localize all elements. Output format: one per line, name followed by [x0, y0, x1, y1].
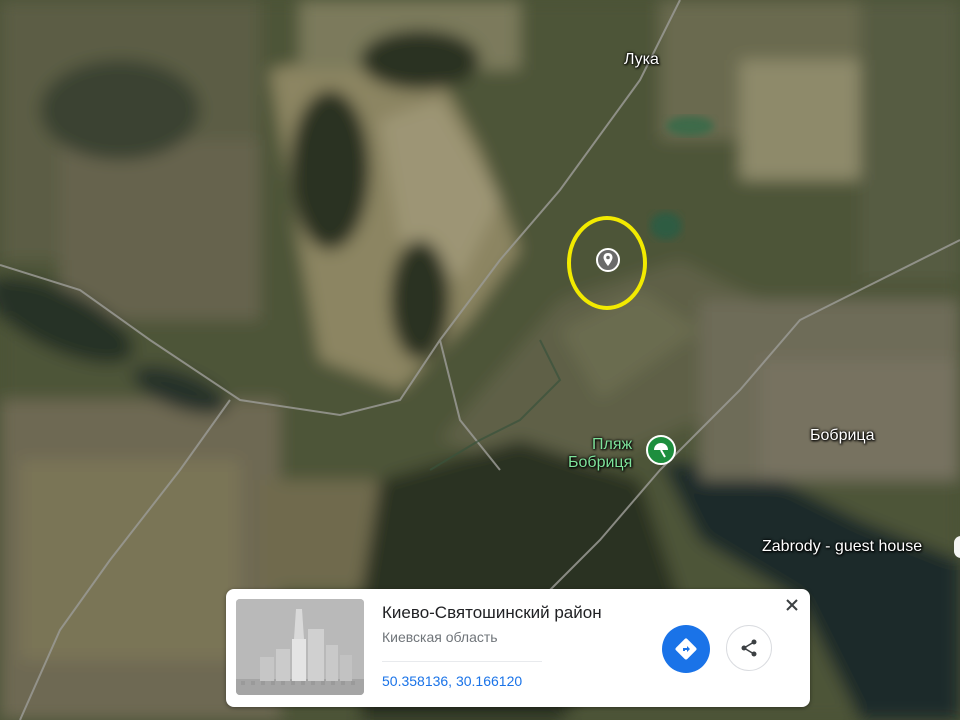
directions-icon [675, 638, 697, 660]
close-button[interactable] [780, 593, 804, 617]
share-icon [741, 639, 757, 657]
umbrella-icon [654, 443, 668, 458]
beach-poi-label-line2: Бобриця [568, 454, 633, 471]
selected-location-pin-icon[interactable] [595, 247, 621, 273]
place-coordinates[interactable]: 50.358136, 30.166120 [382, 673, 522, 689]
beach-poi-label[interactable]: Пляж Бобриця [568, 436, 632, 472]
place-name: Киево-Святошинский район [382, 603, 602, 622]
map-label-guest-house[interactable]: Zabrody - guest house [762, 538, 922, 556]
close-icon [786, 599, 798, 611]
share-button[interactable] [726, 625, 772, 671]
map-label-bobritsa[interactable]: Бобрица [810, 427, 874, 445]
directions-button[interactable] [662, 625, 710, 673]
guest-house-pin-icon[interactable] [954, 536, 960, 558]
place-info-card[interactable]: Киево-Святошинский район Киевская област… [226, 589, 810, 707]
divider [382, 661, 542, 662]
map-label-luka[interactable]: Лука [624, 51, 659, 69]
beach-poi-icon[interactable] [646, 435, 676, 465]
place-thumbnail[interactable] [236, 599, 364, 695]
place-region: Киевская область [382, 629, 498, 645]
beach-poi-label-line1: Пляж [592, 436, 633, 453]
city-placeholder-icon [236, 599, 364, 695]
